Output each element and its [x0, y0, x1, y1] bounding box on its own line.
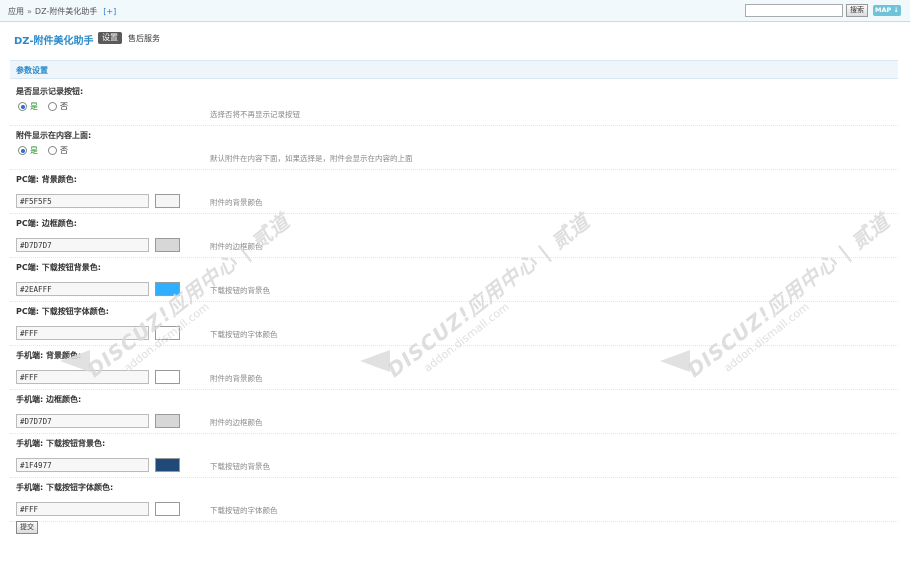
radio-yes-label[interactable]: 是 — [30, 145, 38, 156]
search-button[interactable]: 搜索 — [846, 4, 868, 17]
radio-group: 是 否 — [18, 101, 78, 112]
breadcrumb-root-link[interactable]: 应用 — [8, 7, 24, 16]
radio-no[interactable] — [48, 146, 57, 155]
setting-description: 下载按钮的字体颜色 — [210, 506, 278, 515]
radio-no-label[interactable]: 否 — [60, 145, 68, 156]
color-input[interactable] — [16, 502, 149, 516]
plugin-title: DZ-附件美化助手 — [14, 36, 94, 47]
section-title: 参数设置 — [16, 66, 48, 75]
setting-row-attachment-above-content: 附件显示在内容上面: 是 否 默认附件在内容下面，如果选择是，附件会显示在内容的… — [10, 126, 898, 170]
setting-description: 默认附件在内容下面，如果选择是，附件会显示在内容的上面 — [210, 154, 413, 163]
setting-description: 选择否将不再显示记录按钮 — [210, 110, 300, 119]
breadcrumb-separator: » — [27, 7, 32, 16]
setting-label: 是否显示记录按钮: — [16, 87, 84, 96]
setting-row-mobile-border-color: 手机端: 边框颜色: 附件的边框颜色 — [10, 390, 898, 434]
color-swatch[interactable] — [155, 238, 180, 252]
radio-yes-label[interactable]: 是 — [30, 101, 38, 112]
radio-group: 是 否 — [18, 145, 78, 156]
color-input[interactable] — [16, 282, 149, 296]
submit-button[interactable]: 提交 — [16, 521, 38, 534]
tab-aftersales[interactable]: 售后服务 — [128, 33, 160, 44]
top-bar: 应用» DZ-附件美化助手 [+] 搜索 MAP ↓ — [0, 0, 910, 22]
setting-label: 手机端: 下载按钮字体颜色: — [16, 483, 114, 492]
color-swatch[interactable] — [155, 502, 180, 516]
setting-label: PC端: 下载按钮背景色: — [16, 263, 101, 272]
breadcrumb-current[interactable]: DZ-附件美化助手 — [35, 7, 97, 16]
setting-description: 附件的背景颜色 — [210, 374, 263, 383]
setting-label: PC端: 边框颜色: — [16, 219, 77, 228]
setting-description: 下载按钮的背景色 — [210, 462, 270, 471]
setting-label: 手机端: 边框颜色: — [16, 395, 82, 404]
setting-description: 下载按钮的字体颜色 — [210, 330, 278, 339]
section-header: 参数设置 — [10, 60, 898, 79]
setting-row-mobile-download-bg-color: 手机端: 下载按钮背景色: 下载按钮的背景色 — [10, 434, 898, 478]
radio-no[interactable] — [48, 102, 57, 111]
color-swatch[interactable] — [155, 414, 180, 428]
setting-row-show-record-button: 是否显示记录按钮: 是 否 选择否将不再显示记录按钮 — [10, 82, 898, 126]
radio-yes[interactable] — [18, 146, 27, 155]
setting-row-pc-border-color: PC端: 边框颜色: 附件的边框颜色 — [10, 214, 898, 258]
search-input[interactable] — [745, 4, 843, 17]
color-input[interactable] — [16, 194, 149, 208]
radio-yes[interactable] — [18, 102, 27, 111]
setting-description: 附件的背景颜色 — [210, 198, 263, 207]
setting-description: 附件的边框颜色 — [210, 418, 263, 427]
setting-row-mobile-download-font-color: 手机端: 下载按钮字体颜色: 下载按钮的字体颜色 — [10, 478, 898, 522]
color-swatch[interactable] — [155, 458, 180, 472]
map-button[interactable]: MAP ↓ — [873, 5, 901, 16]
radio-no-label[interactable]: 否 — [60, 101, 68, 112]
color-swatch[interactable] — [155, 370, 180, 384]
add-to-menu-link[interactable]: [+] — [103, 7, 116, 16]
setting-label: PC端: 下载按钮字体颜色: — [16, 307, 109, 316]
setting-label: 附件显示在内容上面: — [16, 131, 92, 140]
color-input[interactable] — [16, 414, 149, 428]
setting-label: 手机端: 下载按钮背景色: — [16, 439, 106, 448]
color-swatch[interactable] — [155, 194, 180, 208]
breadcrumb: 应用» DZ-附件美化助手 [+] — [8, 6, 116, 17]
setting-row-pc-bg-color: PC端: 背景颜色: 附件的背景颜色 — [10, 170, 898, 214]
color-input[interactable] — [16, 458, 149, 472]
tab-settings[interactable]: 设置 — [98, 32, 122, 44]
color-input[interactable] — [16, 238, 149, 252]
setting-label: PC端: 背景颜色: — [16, 175, 77, 184]
